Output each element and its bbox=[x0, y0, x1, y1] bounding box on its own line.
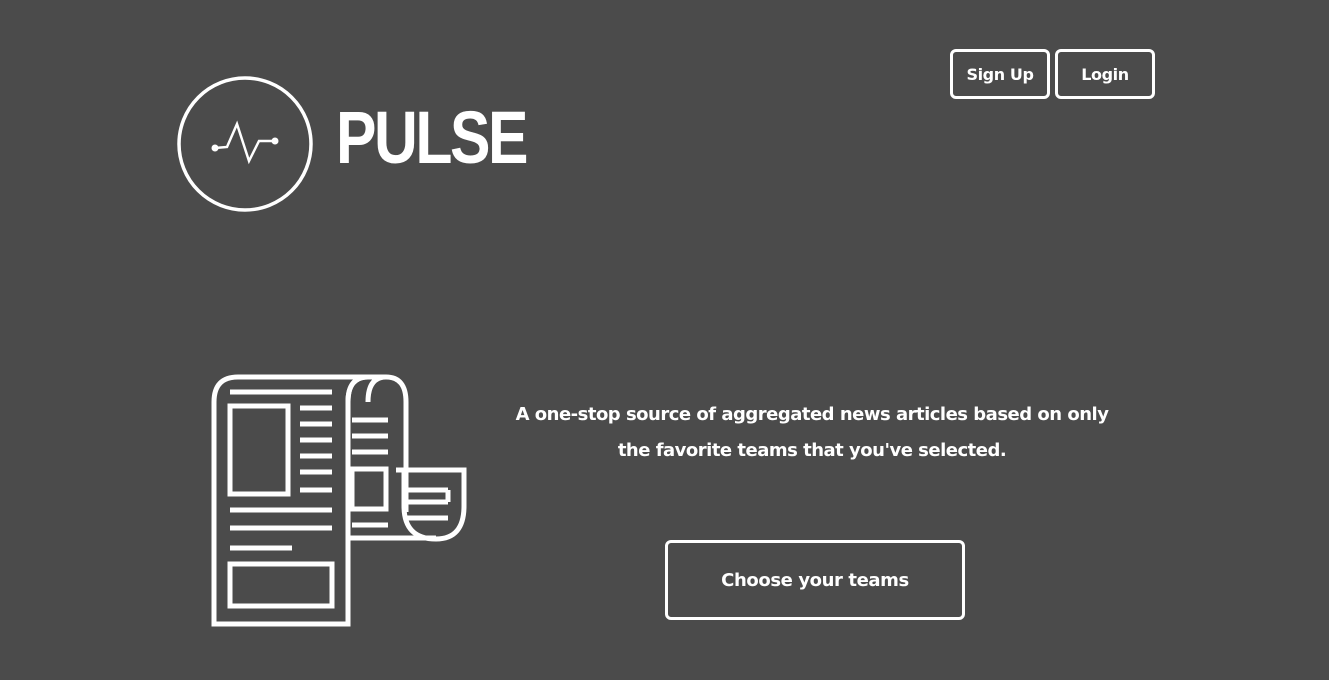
landing-page: Sign Up Login PULSE A one-stop source of… bbox=[0, 0, 1329, 680]
login-button[interactable]: Login bbox=[1055, 49, 1155, 99]
sign-up-button[interactable]: Sign Up bbox=[950, 49, 1050, 99]
brand-name: PULSE bbox=[336, 96, 528, 179]
choose-teams-button[interactable]: Choose your teams bbox=[665, 540, 965, 620]
pulse-logo-icon bbox=[177, 76, 313, 212]
newspaper-icon bbox=[211, 374, 467, 627]
hero-tagline: A one-stop source of aggregated news art… bbox=[515, 404, 1109, 461]
